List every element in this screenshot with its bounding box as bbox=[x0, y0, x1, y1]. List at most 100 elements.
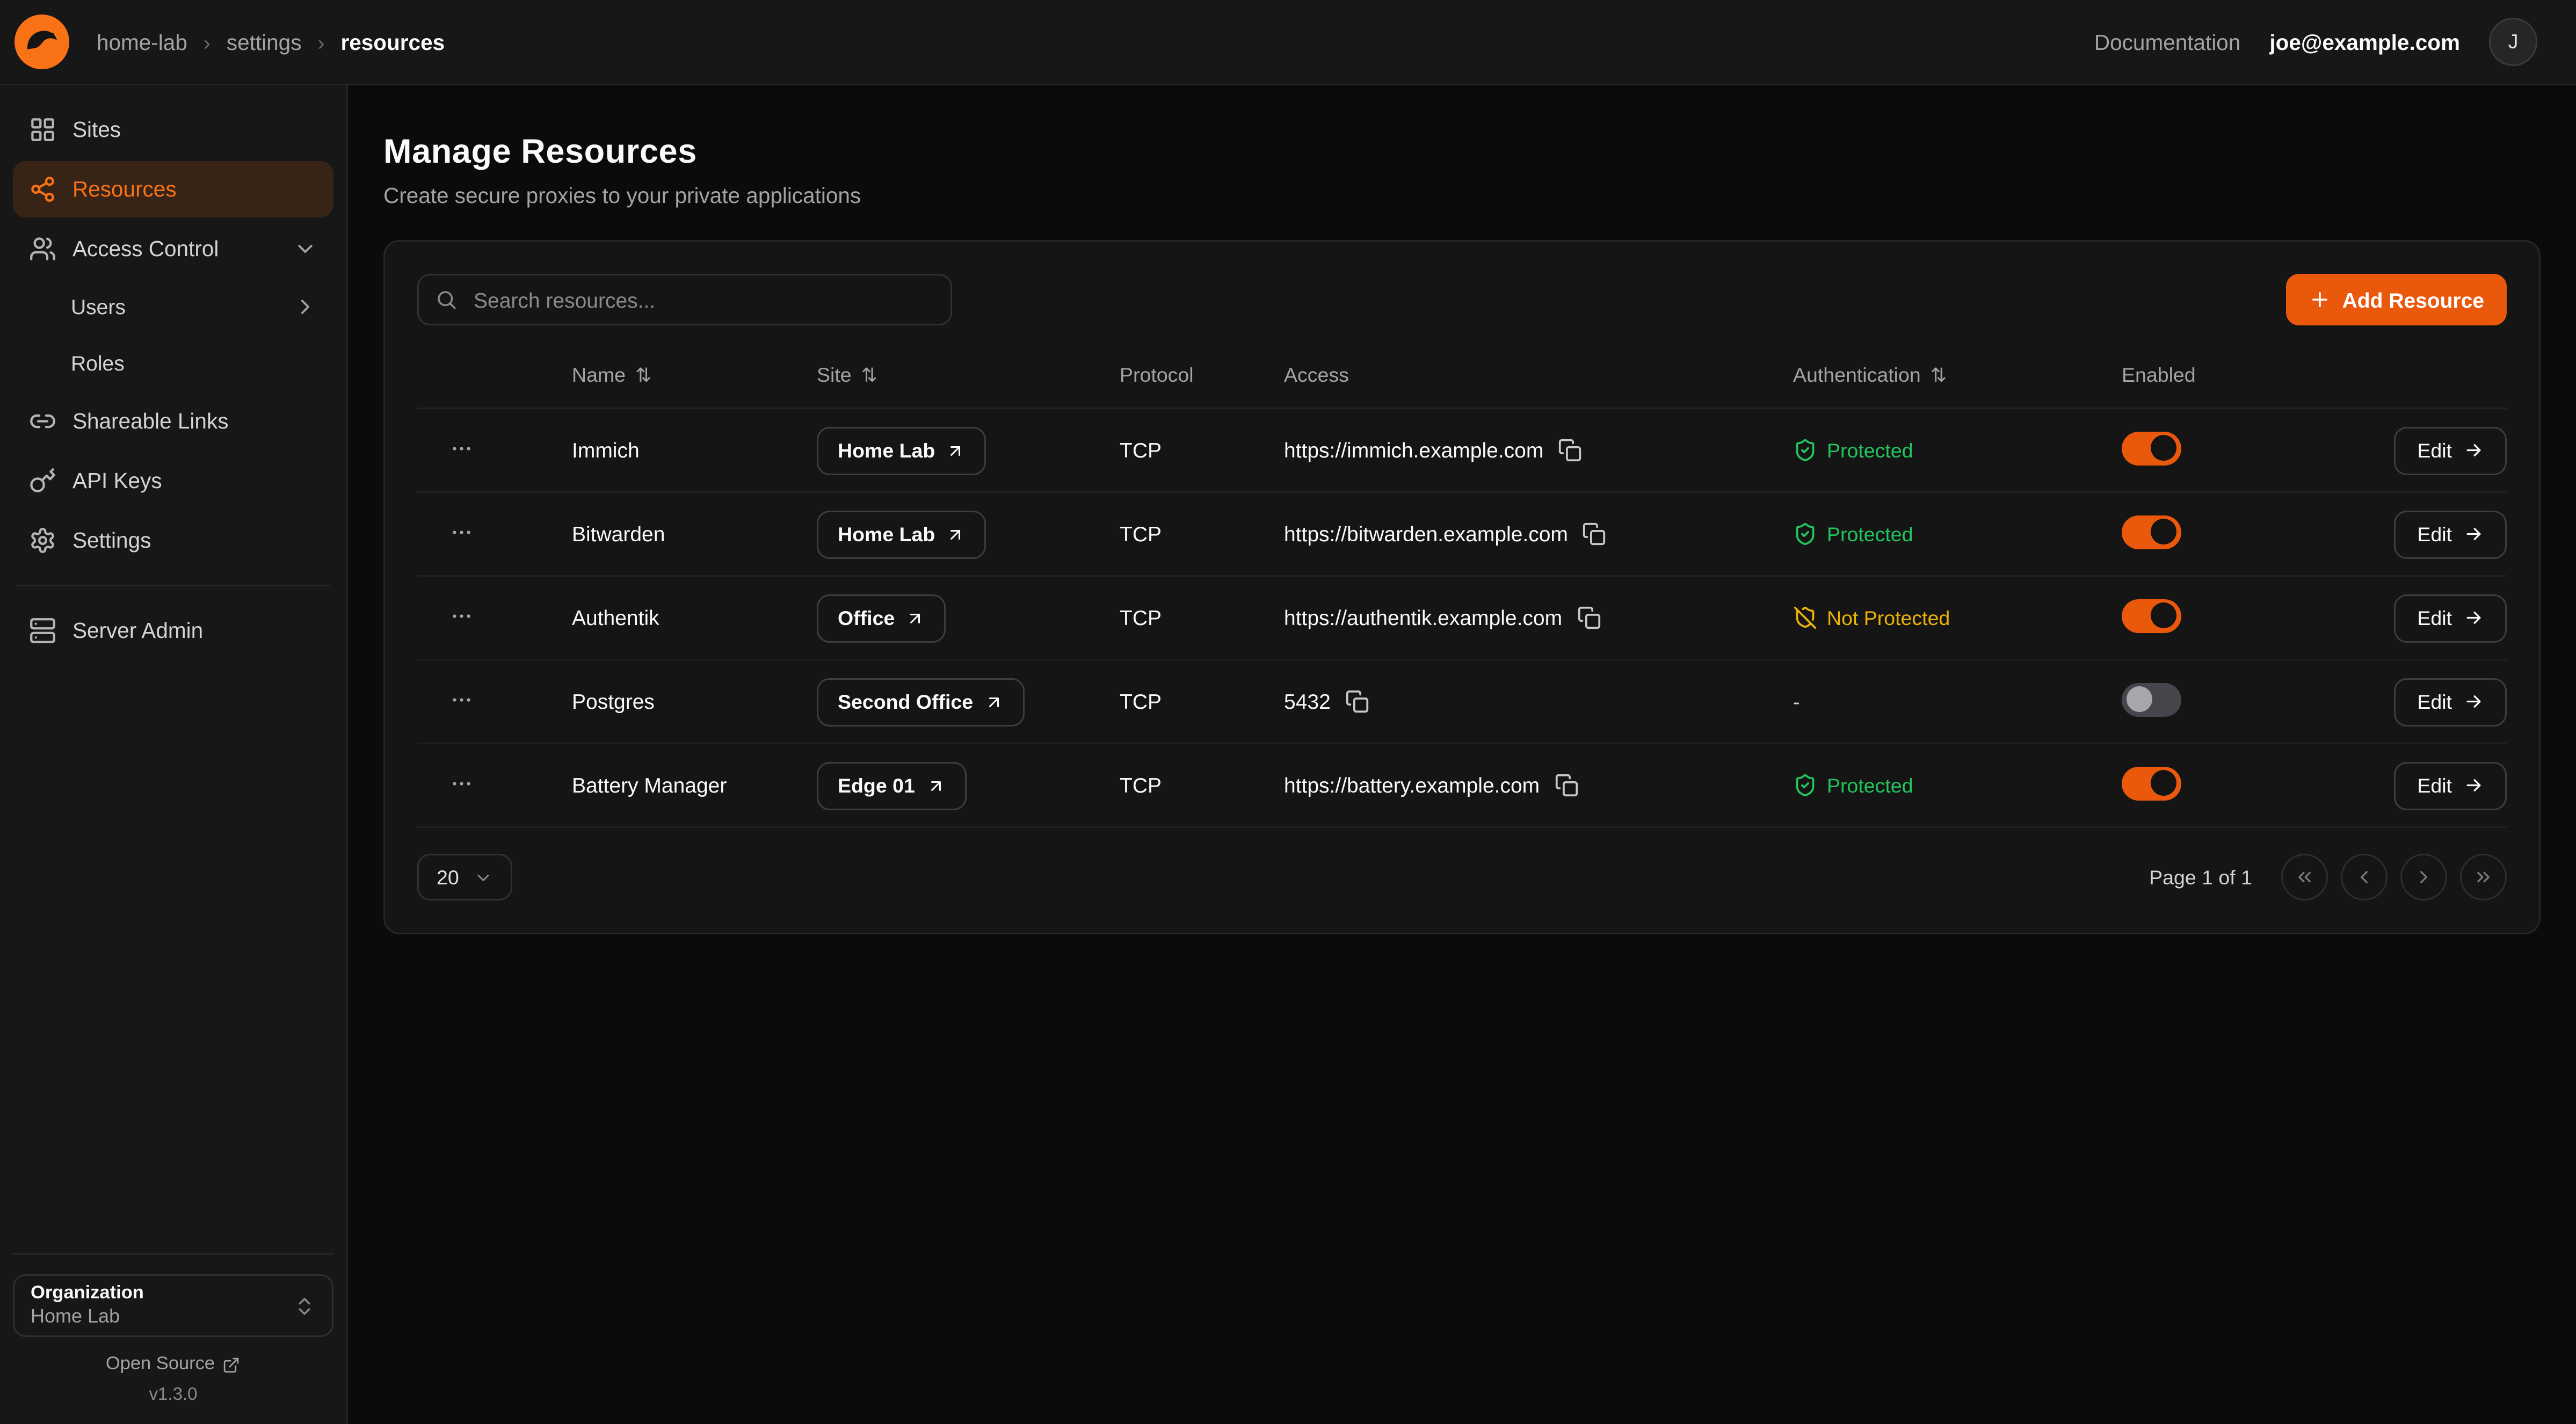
resource-access: https://immich.example.com bbox=[1284, 438, 1543, 462]
resources-table: Name ⇅ Site ⇅ Protocol Access bbox=[417, 342, 2507, 828]
enabled-cell bbox=[2122, 766, 2338, 805]
add-resource-button[interactable]: Add Resource bbox=[2286, 274, 2507, 325]
row-menu-button[interactable] bbox=[440, 678, 482, 720]
enabled-toggle[interactable] bbox=[2122, 599, 2181, 633]
sidebar-item-roles[interactable]: Roles bbox=[13, 337, 333, 390]
resource-name: Authentik bbox=[572, 606, 659, 630]
table-header-name[interactable]: Name ⇅ bbox=[572, 364, 817, 386]
shield-check-icon bbox=[1793, 522, 1817, 546]
access-control-icon bbox=[29, 235, 56, 263]
page-size-select[interactable]: 20 bbox=[417, 854, 512, 900]
site-link-button[interactable]: Home Lab bbox=[817, 510, 986, 558]
enabled-toggle[interactable] bbox=[2122, 515, 2181, 549]
server-icon bbox=[29, 617, 56, 644]
resource-access: 5432 bbox=[1284, 689, 1331, 714]
copy-button[interactable] bbox=[1583, 521, 1608, 547]
row-menu-cell bbox=[417, 678, 572, 725]
edit-cell: Edit bbox=[2338, 678, 2507, 726]
sidebar-item-shareable-links[interactable]: Shareable Links bbox=[13, 393, 333, 449]
row-menu-button[interactable] bbox=[440, 762, 482, 804]
copy-button[interactable] bbox=[1577, 605, 1602, 631]
edit-button[interactable]: Edit bbox=[2394, 761, 2507, 810]
edit-cell: Edit bbox=[2338, 594, 2507, 642]
chevron-left-icon bbox=[2354, 867, 2375, 888]
site-link-button[interactable]: Second Office bbox=[817, 678, 1025, 726]
first-page-button[interactable] bbox=[2281, 854, 2328, 900]
edit-button[interactable]: Edit bbox=[2394, 426, 2507, 475]
resource-protocol: TCP bbox=[1120, 522, 1162, 546]
table-body: ImmichHome LabTCPhttps://immich.example.… bbox=[417, 409, 2507, 828]
sidebar-item-api-keys[interactable]: API Keys bbox=[13, 453, 333, 509]
arrow-up-right-icon bbox=[946, 441, 966, 460]
sort-icon: ⇅ bbox=[635, 364, 651, 386]
site-link-button[interactable]: Office bbox=[817, 594, 946, 642]
resource-protocol: TCP bbox=[1120, 438, 1162, 462]
sidebar: Sites Resources Access Control Users Rol… bbox=[0, 85, 348, 1424]
table-row: ImmichHome LabTCPhttps://immich.example.… bbox=[417, 409, 2507, 493]
breadcrumb-separator: › bbox=[317, 30, 324, 54]
sidebar-item-access-control[interactable]: Access Control bbox=[13, 221, 333, 277]
enabled-toggle[interactable] bbox=[2122, 682, 2181, 716]
plus-icon bbox=[2309, 288, 2331, 311]
edit-cell: Edit bbox=[2338, 426, 2507, 475]
sidebar-item-settings[interactable]: Settings bbox=[13, 512, 333, 569]
table-header: Name ⇅ Site ⇅ Protocol Access bbox=[417, 342, 2507, 409]
shield-off-icon bbox=[1793, 606, 1817, 630]
row-menu-cell bbox=[417, 594, 572, 641]
breadcrumb-item-settings[interactable]: settings bbox=[227, 30, 302, 54]
chevrons-right-icon bbox=[2473, 867, 2494, 888]
user-email[interactable]: joe@example.com bbox=[2269, 30, 2460, 54]
toggle-knob bbox=[2151, 770, 2176, 796]
resource-protocol: TCP bbox=[1120, 606, 1162, 630]
auth-status: Protected bbox=[1827, 523, 1913, 546]
toggle-knob bbox=[2127, 686, 2152, 712]
enabled-cell bbox=[2122, 515, 2338, 554]
documentation-link[interactable]: Documentation bbox=[2094, 30, 2240, 54]
resource-protocol: TCP bbox=[1120, 773, 1162, 797]
sidebar-item-label: Shareable Links bbox=[72, 409, 228, 433]
open-source-link[interactable]: Open Source bbox=[106, 1355, 241, 1374]
access-cell: 5432 bbox=[1284, 689, 1793, 715]
edit-button[interactable]: Edit bbox=[2394, 594, 2507, 642]
row-menu-button[interactable] bbox=[440, 594, 482, 636]
site-link-button[interactable]: Home Lab bbox=[817, 426, 986, 475]
edit-label: Edit bbox=[2417, 523, 2452, 546]
sidebar-item-label: Users bbox=[71, 295, 126, 319]
copy-button[interactable] bbox=[1345, 689, 1371, 715]
last-page-button[interactable] bbox=[2460, 854, 2507, 900]
sidebar-item-sites[interactable]: Sites bbox=[13, 101, 333, 158]
copy-button[interactable] bbox=[1558, 438, 1584, 463]
access-cell: https://immich.example.com bbox=[1284, 438, 1793, 463]
enabled-toggle[interactable] bbox=[2122, 431, 2181, 465]
auth-cell: Not Protected bbox=[1793, 606, 2122, 630]
sidebar-nav: Sites Resources Access Control Users Rol… bbox=[13, 101, 333, 659]
edit-button[interactable]: Edit bbox=[2394, 678, 2507, 726]
previous-page-button[interactable] bbox=[2341, 854, 2388, 900]
copy-button[interactable] bbox=[1554, 773, 1580, 798]
table-header-site[interactable]: Site ⇅ bbox=[817, 364, 1120, 386]
org-picker[interactable]: Organization Home Lab bbox=[13, 1274, 333, 1337]
sidebar-item-resources[interactable]: Resources bbox=[13, 161, 333, 217]
site-cell: Office bbox=[817, 594, 1120, 642]
access-cell: https://authentik.example.com bbox=[1284, 605, 1793, 631]
user-avatar[interactable]: J bbox=[2489, 18, 2537, 66]
sidebar-divider bbox=[16, 585, 330, 586]
enabled-toggle[interactable] bbox=[2122, 766, 2181, 800]
open-source-label: Open Source bbox=[106, 1355, 215, 1374]
sidebar-item-label: API Keys bbox=[72, 469, 162, 493]
breadcrumb-item-org[interactable]: home-lab bbox=[97, 30, 187, 54]
row-menu-button[interactable] bbox=[440, 427, 482, 469]
site-cell: Second Office bbox=[817, 678, 1120, 726]
resource-name-cell: Postgres bbox=[572, 689, 817, 714]
search-input[interactable] bbox=[470, 286, 934, 314]
sidebar-item-users[interactable]: Users bbox=[13, 280, 333, 333]
sidebar-item-server-admin[interactable]: Server Admin bbox=[13, 602, 333, 659]
row-menu-button[interactable] bbox=[440, 511, 482, 553]
chevron-down-icon bbox=[293, 237, 317, 261]
table-header-authentication[interactable]: Authentication ⇅ bbox=[1793, 364, 2122, 386]
chevrons-left-icon bbox=[2294, 867, 2315, 888]
edit-button[interactable]: Edit bbox=[2394, 510, 2507, 558]
next-page-button[interactable] bbox=[2400, 854, 2447, 900]
site-link-button[interactable]: Edge 01 bbox=[817, 761, 967, 810]
app-logo[interactable] bbox=[13, 13, 71, 71]
